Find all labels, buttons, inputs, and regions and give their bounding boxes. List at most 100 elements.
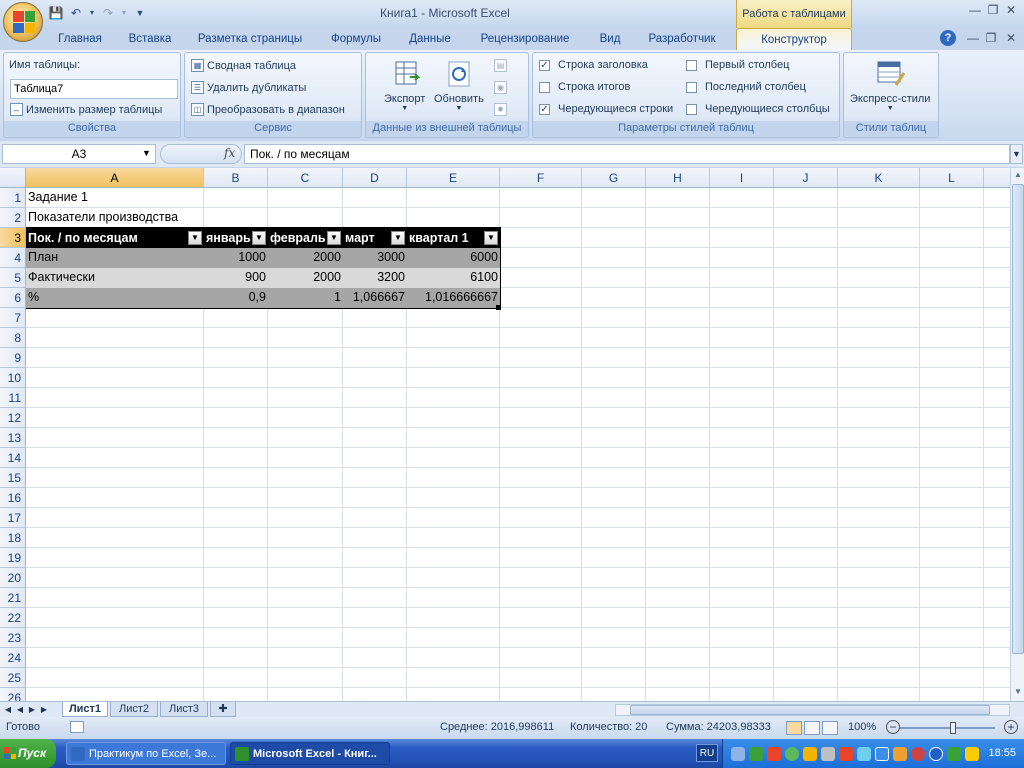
resize-table-button[interactable]: ↔ Изменить размер таблицы (10, 103, 162, 116)
restore-icon[interactable]: ❐ (986, 3, 1000, 17)
scroll-down-icon[interactable]: ▼ (1012, 685, 1024, 699)
row-header-5[interactable]: 5 (0, 268, 26, 288)
horizontal-scroll-thumb[interactable] (630, 705, 990, 715)
first-sheet-icon[interactable]: ◀ (2, 703, 14, 716)
taskbar-window-excel[interactable]: Microsoft Excel - Книг... (230, 742, 390, 765)
row-header-25[interactable]: 25 (0, 668, 26, 688)
convert-to-range-button[interactable]: ◫ Преобразовать в диапазон (191, 103, 345, 116)
column-header-d[interactable]: D (343, 168, 407, 188)
row-header-6[interactable]: 6 (0, 288, 26, 308)
last-column-checkbox[interactable]: Последний столбец (686, 81, 806, 93)
export-button[interactable]: Экспорт ▼ (384, 93, 425, 112)
column-header-k[interactable]: K (838, 168, 920, 188)
workbook-restore-icon[interactable]: ❐ (984, 31, 998, 45)
row-header-2[interactable]: 2 (0, 208, 26, 228)
tray-firewall-icon[interactable] (893, 747, 907, 761)
next-sheet-icon[interactable]: ▶ (26, 703, 38, 716)
tab-developer[interactable]: Разработчик (640, 28, 724, 50)
worksheet-grid[interactable]: A B C D E F G H I J K L Задание 1 Показа… (0, 168, 1010, 701)
undo-dropdown-icon[interactable]: ▾ (88, 5, 96, 21)
row-header-12[interactable]: 12 (0, 408, 26, 428)
sheet-tab-2[interactable]: Лист2 (110, 702, 158, 717)
macro-record-icon[interactable] (70, 721, 84, 733)
cell-a2[interactable]: Показатели производства (26, 208, 326, 227)
total-row-checkbox[interactable]: Строка итогов (539, 81, 630, 93)
tray-display-icon[interactable] (875, 747, 889, 761)
office-button[interactable] (3, 2, 43, 42)
row-header-14[interactable]: 14 (0, 448, 26, 468)
language-indicator[interactable]: RU (696, 744, 718, 762)
insert-function-icon[interactable]: fx (224, 146, 235, 160)
table-resize-handle[interactable] (496, 305, 501, 310)
tab-formulas[interactable]: Формулы (320, 28, 392, 50)
tray-nvidia-icon[interactable] (947, 747, 961, 761)
formula-input[interactable]: Пок. / по месяцам (244, 144, 1010, 164)
help-icon[interactable]: ? (940, 30, 956, 46)
ribbon-minimize-icon[interactable]: — (966, 31, 980, 45)
row-header-21[interactable]: 21 (0, 588, 26, 608)
row-header-11[interactable]: 11 (0, 388, 26, 408)
cell-a1[interactable]: Задание 1 (26, 188, 326, 207)
tab-review[interactable]: Рецензирование (470, 28, 580, 50)
row-header-13[interactable]: 13 (0, 428, 26, 448)
tray-app-icon[interactable] (839, 747, 853, 761)
start-button[interactable]: Пуск (0, 739, 56, 768)
column-header-h[interactable]: H (646, 168, 710, 188)
last-sheet-icon[interactable]: ▶ (38, 703, 50, 716)
banded-rows-checkbox[interactable]: ✓ Чередующиеся строки (539, 103, 673, 115)
row-header-17[interactable]: 17 (0, 508, 26, 528)
row-header-15[interactable]: 15 (0, 468, 26, 488)
scroll-up-icon[interactable]: ▲ (1012, 168, 1024, 182)
vertical-scroll-thumb[interactable] (1012, 184, 1024, 654)
tab-data[interactable]: Данные (398, 28, 462, 50)
first-column-checkbox[interactable]: Первый столбец (686, 59, 789, 71)
zoom-level[interactable]: 100% (848, 721, 876, 733)
taskbar-window-word[interactable]: Практикум по Excel, Зе... (66, 742, 226, 765)
redo-icon[interactable]: ↷ (100, 5, 116, 21)
undo-icon[interactable]: ↶ (68, 5, 84, 21)
tray-messenger-icon[interactable] (857, 747, 871, 761)
name-box[interactable]: A3 (2, 144, 156, 164)
select-all-corner[interactable] (0, 168, 26, 188)
row-header-16[interactable]: 16 (0, 488, 26, 508)
insert-sheet-icon[interactable]: ✚ (210, 702, 236, 717)
quick-styles-button[interactable]: Экспресс-стили ▼ (850, 93, 930, 112)
tray-update-icon[interactable] (803, 747, 817, 761)
tray-network-icon[interactable] (731, 747, 745, 761)
unlink-icon[interactable]: ✹ (494, 103, 507, 116)
tray-bluetooth-icon[interactable] (929, 747, 943, 761)
sheet-tab-1[interactable]: Лист1 (62, 702, 108, 717)
refresh-button[interactable]: Обновить ▼ (434, 93, 484, 112)
column-header-e[interactable]: E (407, 168, 500, 188)
tab-insert[interactable]: Вставка (116, 28, 184, 50)
column-header-g[interactable]: G (582, 168, 646, 188)
row-header-9[interactable]: 9 (0, 348, 26, 368)
redo-dropdown-icon[interactable]: ▾ (120, 5, 128, 21)
tray-volume-icon[interactable] (821, 747, 835, 761)
row-header-24[interactable]: 24 (0, 648, 26, 668)
row-header-20[interactable]: 20 (0, 568, 26, 588)
column-header-f[interactable]: F (500, 168, 582, 188)
sheet-tab-3[interactable]: Лист3 (160, 702, 208, 717)
row-header-19[interactable]: 19 (0, 548, 26, 568)
row-header-18[interactable]: 18 (0, 528, 26, 548)
zoom-slider[interactable] (900, 727, 995, 729)
row-header-1[interactable]: 1 (0, 188, 26, 208)
row-header-4[interactable]: 4 (0, 248, 26, 268)
row-header-23[interactable]: 23 (0, 628, 26, 648)
zoom-in-icon[interactable]: + (1004, 720, 1018, 734)
row-header-8[interactable]: 8 (0, 328, 26, 348)
prev-sheet-icon[interactable]: ◀ (14, 703, 26, 716)
horizontal-scrollbar[interactable] (615, 704, 1010, 716)
page-layout-view-icon[interactable] (804, 721, 820, 735)
row-header-7[interactable]: 7 (0, 308, 26, 328)
page-break-view-icon[interactable] (822, 721, 838, 735)
row-header-22[interactable]: 22 (0, 608, 26, 628)
clock[interactable]: 18:55 (988, 747, 1016, 759)
pivot-table-button[interactable]: ▦ Сводная таблица (191, 59, 296, 72)
column-header-j[interactable]: J (774, 168, 838, 188)
save-icon[interactable]: 💾 (48, 5, 64, 21)
tab-home[interactable]: Главная (46, 28, 114, 50)
zoom-out-icon[interactable]: − (886, 720, 900, 734)
tray-security-icon[interactable] (911, 747, 925, 761)
